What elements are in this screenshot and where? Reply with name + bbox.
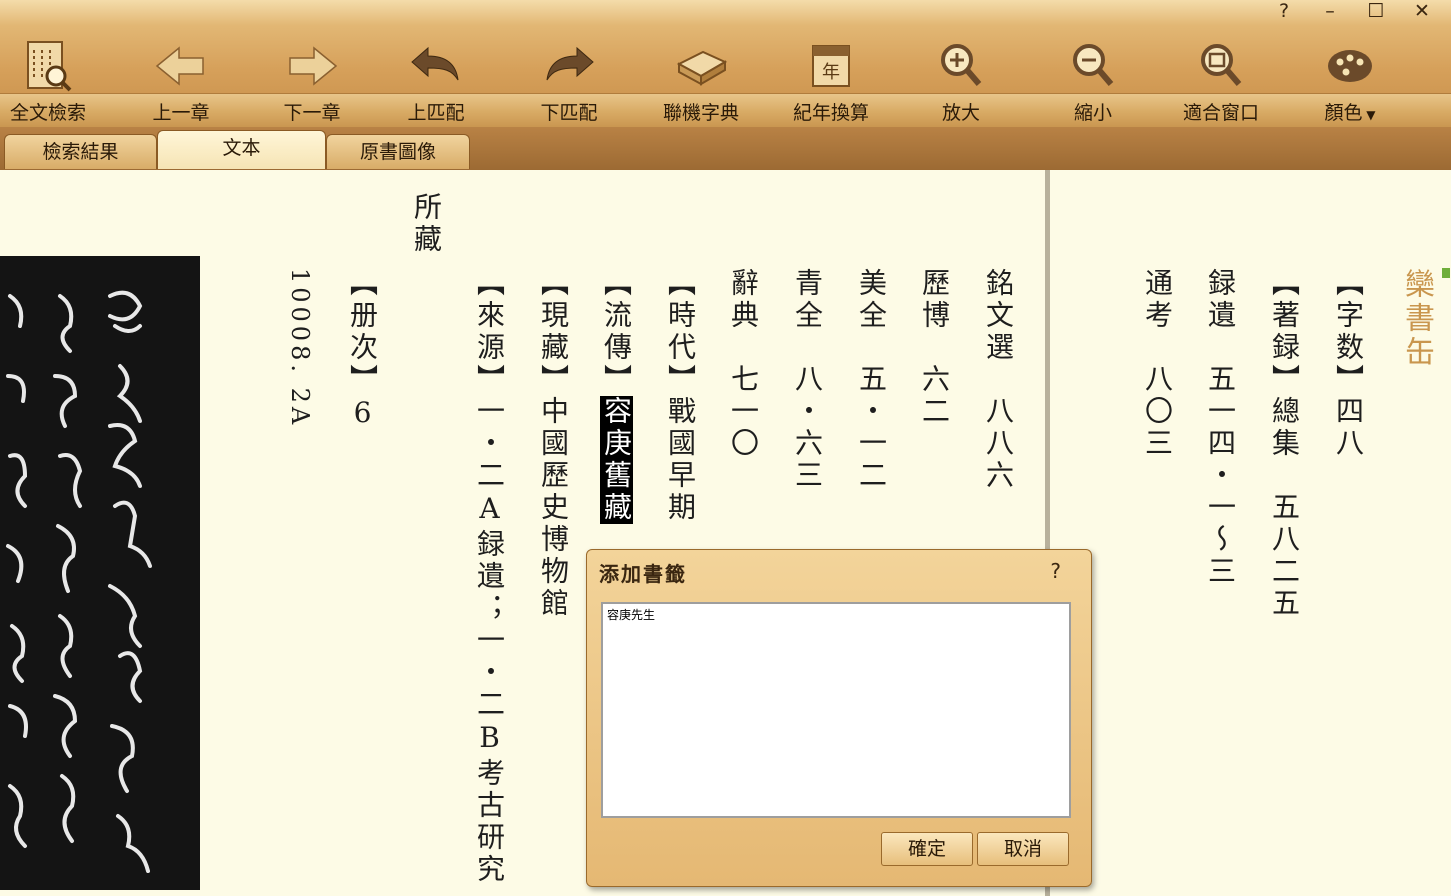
dictionary-icon (676, 50, 728, 86)
online-dictionary-label: 聯機字典 (662, 102, 739, 124)
fulltext-search-button[interactable]: 全文檢索 (0, 36, 98, 126)
text-col-zhulu: 【著録】總集 五八二五 (1268, 268, 1301, 620)
text-col-suocang: 所藏 (410, 192, 443, 256)
fulltext-search-label: 全文檢索 (9, 102, 86, 124)
window-controls: ? – ☐ ✕ (1261, 0, 1445, 24)
prev-match-button[interactable]: 上匹配 (386, 36, 486, 126)
minimize-button[interactable]: – (1307, 0, 1353, 24)
curved-arrow-left-icon (411, 46, 459, 81)
zoom-in-button[interactable]: 放大 (911, 36, 1011, 126)
ok-button[interactable]: 確定 (881, 832, 973, 866)
era-conversion-label: 紀年換算 (792, 102, 869, 124)
svg-text:年: 年 (822, 62, 840, 83)
bookmark-marker-icon (1442, 268, 1450, 278)
bookmark-note-input[interactable]: 容庚先生 (601, 602, 1071, 818)
arrow-left-icon (155, 46, 204, 86)
fit-window-label: 適合窗口 (1182, 102, 1259, 124)
toolbar: ? – ☐ ✕ 全文檢索 上一章 下一章 上匹配 下匹配 聯機字典 年 紀年換算… (0, 0, 1451, 128)
text-col-zishu: 【字数】四八 (1332, 268, 1365, 460)
maximize-button[interactable]: ☐ (1353, 0, 1399, 24)
text-col-laiyuan: 【來源】一・二A録遺；一・二B考古研究 (473, 268, 506, 886)
cancel-button[interactable]: 取消 (977, 832, 1069, 866)
help-button[interactable]: ? (1261, 0, 1307, 24)
zoom-in-icon (941, 44, 982, 86)
zoom-out-button[interactable]: 縮小 (1043, 36, 1143, 126)
dialog-title: 添加書籤 (599, 562, 687, 586)
rubbing-glyphs (6, 290, 152, 873)
curved-arrow-right-icon (546, 46, 594, 81)
text-title: 欒書缶 (1399, 268, 1434, 370)
arrow-right-icon (289, 46, 338, 86)
fit-window-icon (1201, 44, 1242, 86)
zoom-in-label: 放大 (941, 102, 980, 124)
prev-chapter-button[interactable]: 上一章 (131, 36, 231, 126)
text-col-meiquan: 美全 五・一二 (855, 268, 888, 492)
inscription-rubbing-image (0, 256, 200, 890)
calendar-icon: 年 (812, 45, 850, 87)
next-match-button[interactable]: 下匹配 (519, 36, 619, 126)
text-col-tongkao: 通考 八〇三 (1141, 268, 1174, 460)
zoom-out-label: 縮小 (1073, 102, 1112, 124)
text-col-cece: 【册次】6 (346, 268, 379, 433)
close-button[interactable]: ✕ (1399, 0, 1445, 24)
search-highlight[interactable]: 容庚舊藏 (600, 396, 633, 524)
zoom-out-icon (1073, 44, 1114, 86)
text-col-liuchuan: 【流傳】容庚舊藏 (596, 268, 636, 524)
text-col-xiancang: 【現藏】中國歷史博物館 (537, 268, 570, 620)
next-chapter-label: 下一章 (283, 102, 341, 124)
color-menu-label: 顏色 ▼ (1300, 98, 1400, 125)
search-book-icon (27, 41, 72, 92)
text-col-luyi: 録遺 五一四・一～三 (1204, 268, 1237, 588)
text-col-mingwen: 銘文選 八八六 (982, 268, 1015, 492)
dropdown-arrow-icon: ▼ (1362, 108, 1376, 122)
next-chapter-button[interactable]: 下一章 (262, 36, 362, 126)
dialog-help-button[interactable]: ? (1050, 559, 1061, 583)
tab-text[interactable]: 文本 (157, 130, 326, 169)
fit-window-button[interactable]: 適合窗口 (1171, 36, 1271, 126)
next-match-label: 下匹配 (540, 102, 598, 124)
text-col-page: 10008. 2A (286, 268, 314, 429)
prev-match-label: 上匹配 (407, 102, 465, 124)
color-label-text: 顏色 (1324, 102, 1363, 124)
tab-original-image[interactable]: 原書圖像 (326, 134, 470, 169)
prev-chapter-label: 上一章 (152, 102, 210, 124)
tab-bar: 檢索結果 文本 原書圖像 (0, 127, 1451, 170)
text-col-shidai: 【時代】戰國早期 (664, 268, 697, 524)
text-col-libo: 歷博 六二 (918, 268, 951, 428)
text-col-qingquan: 青全 八・六三 (791, 268, 824, 492)
tab-search-results[interactable]: 檢索結果 (4, 134, 157, 169)
era-conversion-button[interactable]: 年 紀年換算 (781, 36, 881, 126)
liuchuan-label: 【流傳】 (600, 268, 633, 396)
online-dictionary-button[interactable]: 聯機字典 (651, 36, 751, 126)
color-menu-button[interactable]: 顏色 ▼ (1300, 36, 1400, 126)
palette-icon (1328, 50, 1372, 82)
text-col-cidian: 辭典 七一〇 (727, 268, 760, 460)
add-bookmark-dialog: 添加書籤 ? 容庚先生 確定 取消 (586, 549, 1092, 887)
